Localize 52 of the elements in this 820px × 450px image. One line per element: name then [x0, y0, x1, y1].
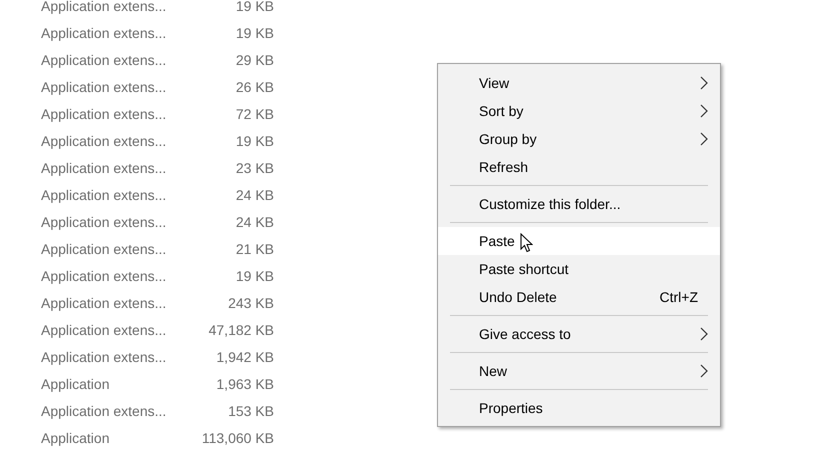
file-size: 19 KB — [234, 24, 274, 40]
shortcut-text: Ctrl+Z — [660, 289, 698, 305]
menu-item[interactable]: Group by — [438, 125, 720, 153]
file-type: Application extens... — [41, 78, 168, 94]
file-size: 29 KB — [234, 52, 274, 68]
chevron-right-icon — [700, 76, 708, 90]
file-type: Application extens... — [41, 322, 168, 338]
file-size: 113,060 KB — [200, 430, 274, 446]
menu-item[interactable]: Undo Delete Ctrl+Z — [438, 283, 720, 311]
file-type: Application extens... — [41, 214, 168, 230]
menu-item[interactable]: View — [438, 69, 720, 97]
chevron-right-icon — [700, 132, 708, 146]
file-type: Application extens... — [41, 348, 168, 364]
file-size: 1,942 KB — [215, 348, 274, 364]
file-type: Application extens... — [41, 186, 168, 202]
file-type: Application extens... — [41, 240, 168, 256]
file-type: Application extens... — [41, 268, 168, 284]
menu-item[interactable]: New — [438, 357, 720, 385]
file-size: 23 KB — [234, 160, 274, 176]
menu-item[interactable]: Customize this folder... — [438, 190, 720, 218]
file-size: 19 KB — [234, 268, 274, 284]
file-size: 19 KB — [234, 132, 274, 148]
file-size: 19 KB — [234, 0, 274, 14]
file-size: 24 KB — [234, 186, 274, 202]
file-type: Application extens... — [41, 132, 168, 148]
file-type: Application extens... — [41, 52, 168, 68]
file-type: Application extens... — [41, 294, 168, 310]
chevron-right-icon — [700, 104, 708, 118]
file-type: Application — [41, 376, 110, 392]
file-size: 72 KB — [234, 106, 274, 122]
file-size: 21 KB — [234, 240, 274, 256]
file-size: 24 KB — [234, 214, 274, 230]
menu-item[interactable]: Give access to — [438, 320, 720, 348]
file-size: 1,963 KB — [215, 376, 274, 392]
file-type: Application extens... — [41, 160, 168, 176]
file-type: Application extens... — [41, 0, 168, 14]
menu-item[interactable]: Paste — [438, 227, 720, 255]
file-size: 26 KB — [234, 78, 274, 94]
file-type: Application — [41, 430, 110, 446]
file-size: 47,182 KB — [208, 322, 274, 338]
file-type: Application extens... — [41, 24, 168, 40]
menu-item[interactable]: Refresh — [438, 153, 720, 181]
chevron-right-icon — [700, 327, 708, 341]
menu-item[interactable]: Paste shortcut — [438, 255, 720, 283]
file-size: 243 KB — [227, 294, 274, 310]
chevron-right-icon — [700, 364, 708, 378]
menu-item[interactable]: Properties — [438, 394, 720, 422]
menu-item[interactable]: Sort by — [438, 97, 720, 125]
mouse-pointer-icon — [520, 233, 533, 253]
file-type: Application extens... — [41, 402, 168, 418]
file-type: Application extens... — [41, 106, 168, 122]
file-size: 153 KB — [227, 402, 274, 418]
